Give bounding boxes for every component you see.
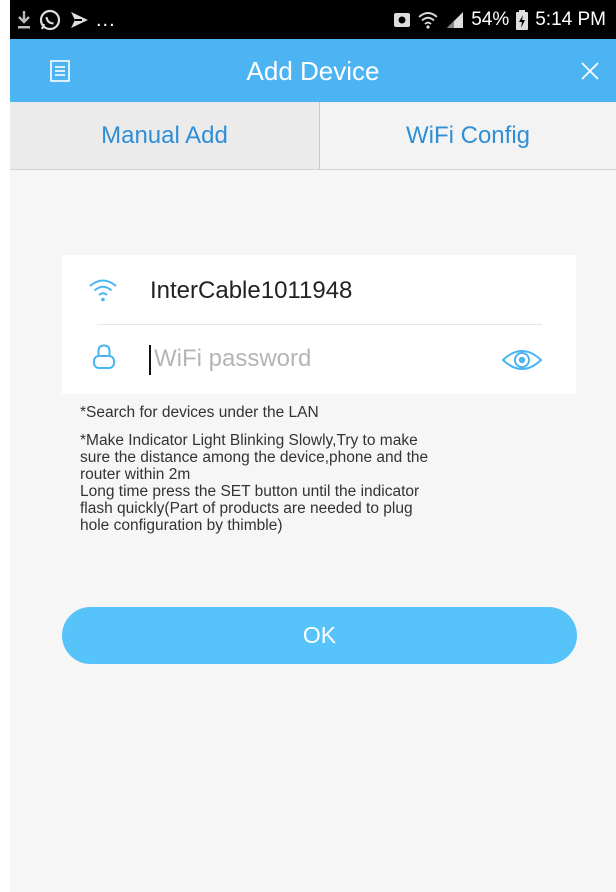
notification-overflow: ... — [96, 8, 116, 31]
battery-charging-icon — [516, 10, 529, 30]
battery-percent: 54% — [471, 9, 510, 30]
clock: 5:14 PM — [535, 9, 606, 30]
phone-screen: ... 54% 5:14 PM Add Device Manual Add Wi… — [10, 0, 616, 892]
text-cursor — [149, 345, 151, 375]
status-bar: ... 54% 5:14 PM — [10, 0, 616, 39]
cell-signal-icon — [447, 12, 464, 28]
wifi-credentials-card: InterCable1011948 — [62, 255, 576, 394]
screenshot-icon — [394, 13, 411, 27]
tab-wifi-config[interactable]: WiFi Config — [320, 102, 616, 169]
tab-bar: Manual Add WiFi Config — [10, 102, 616, 170]
lock-icon — [93, 344, 115, 369]
ok-button[interactable]: OK — [62, 607, 577, 664]
show-password-eye-icon[interactable] — [500, 345, 544, 375]
wifi-signal-icon — [418, 12, 438, 29]
tab-manual-add[interactable]: Manual Add — [10, 102, 320, 169]
download-icon — [18, 11, 30, 29]
ssid-row: InterCable1011948 — [62, 255, 576, 324]
password-row — [62, 325, 576, 394]
page-title: Add Device — [246, 56, 380, 86]
send-icon — [71, 12, 88, 28]
status-bar-right: 54% 5:14 PM — [393, 9, 606, 31]
status-bar-left: ... — [16, 8, 116, 32]
hint-search-lan: *Search for devices under the LAN — [80, 404, 319, 421]
hint-indicator-instructions: *Make Indicator Light Blinking Slowly,Tr… — [80, 432, 429, 534]
wifi-password-input[interactable] — [148, 339, 484, 379]
wifi-icon — [89, 279, 117, 302]
whatsapp-icon — [39, 9, 61, 31]
ssid-name: InterCable1011948 — [150, 277, 353, 304]
close-icon[interactable] — [580, 61, 600, 81]
app-header: Add Device — [10, 39, 616, 102]
